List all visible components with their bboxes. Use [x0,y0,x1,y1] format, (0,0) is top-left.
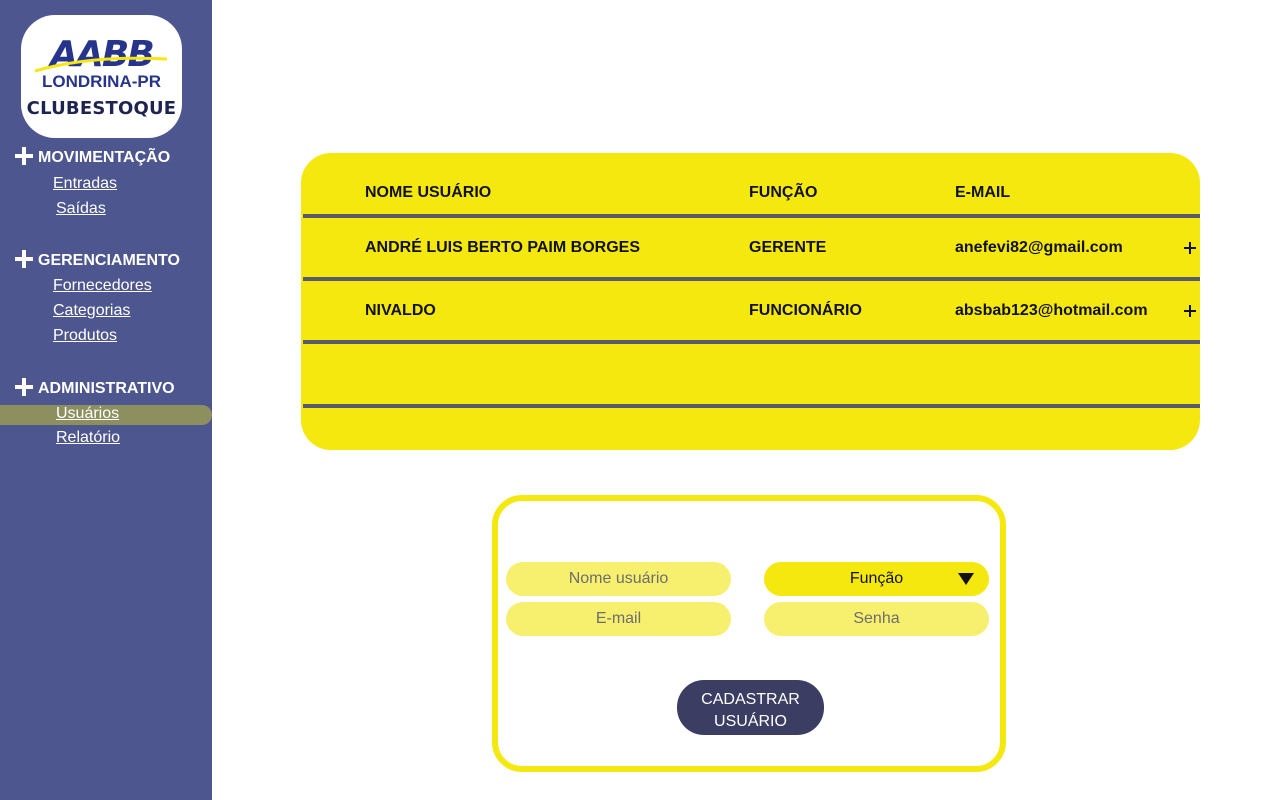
name-input[interactable] [506,562,731,596]
sidebar-item-usuarios[interactable]: Usuários [56,404,119,424]
role-select[interactable]: Função [764,562,989,596]
password-input[interactable] [764,602,989,636]
row-1-email: anefevi82@gmail.com [955,239,1123,256]
role-select-value: Função [849,570,904,587]
sidebar-item-categorias[interactable]: Categorias [53,301,130,321]
sidebar-item-entradas[interactable]: Entradas [53,174,117,194]
sidebar-item-produtos[interactable]: Produtos [53,326,117,346]
email-input[interactable] [506,602,731,636]
row-divider [303,277,1200,281]
app-name: CLUBESTOQUE [26,98,177,119]
section-label: GERENCIAMENTO [38,252,180,269]
section-label: ADMINISTRATIVO [38,380,175,397]
header-role: FUNÇÃO [749,184,818,201]
row-2-email: absbab123@hotmail.com [955,302,1148,319]
caret-down-icon [958,573,974,585]
sidebar-item-fornecedores[interactable]: Fornecedores [53,276,152,296]
header-email: E-MAIL [955,184,1011,201]
sidebar: AABB LONDRINA-PR CLUBESTOQUE MOVIMENTAÇÃ… [0,0,212,800]
row-1-name: ANDRÉ LUIS BERTO PAIM BORGES [365,239,640,256]
plus-icon[interactable] [1184,305,1196,317]
row-divider [303,404,1200,408]
plus-icon [15,378,33,396]
section-administrativo[interactable]: ADMINISTRATIVO [15,378,175,400]
logo[interactable]: AABB LONDRINA-PR CLUBESTOQUE [21,15,182,138]
users-table: NOME USUÁRIO FUNÇÃO E-MAIL ANDRÉ LUIS BE… [301,153,1200,450]
logo-city: LONDRINA-PR [42,72,161,91]
row-1-role: GERENTE [749,239,827,256]
section-gerenciamento[interactable]: GERENCIAMENTO [15,250,180,272]
button-label-line2: USUÁRIO [714,712,787,730]
plus-icon[interactable] [1184,242,1196,254]
section-label: MOVIMENTAÇÃO [38,149,171,166]
plus-icon [15,147,33,165]
row-divider [303,340,1200,344]
row-2-role: FUNCIONÁRIO [749,302,862,319]
section-movimentacao[interactable]: MOVIMENTAÇÃO [15,147,170,169]
row-divider [303,214,1200,218]
header-name: NOME USUÁRIO [365,184,492,201]
button-label-line1: CADASTRAR [701,690,800,708]
row-2-name: NIVALDO [365,302,436,319]
sidebar-item-relatorio[interactable]: Relatório [56,428,120,448]
register-user-button[interactable]: CADASTRAR USUÁRIO [677,680,824,735]
sidebar-item-saidas[interactable]: Saídas [56,199,106,219]
plus-icon [15,250,33,268]
